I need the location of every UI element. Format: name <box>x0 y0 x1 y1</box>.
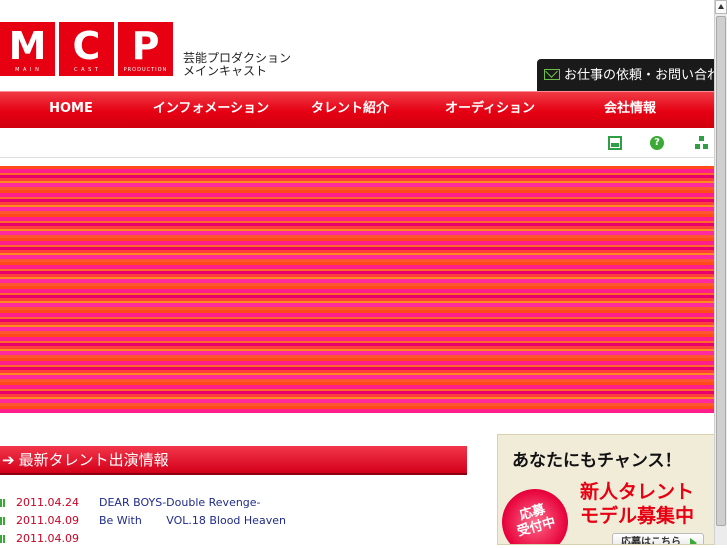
news-date: 2011.04.09 <box>16 514 79 527</box>
logo-sub-text: M A I N <box>15 67 40 73</box>
nav-item-home[interactable]: HOME <box>0 92 142 128</box>
ad-burst-badge: 応募 受付中 <box>498 481 576 544</box>
news-item[interactable]: 2011.04.24 DEAR BOYS-Double Revenge- <box>0 494 470 512</box>
logo-letter-text: C <box>72 24 101 68</box>
mail-icon <box>544 69 560 80</box>
ad-line-1: 新人タレント <box>580 481 695 503</box>
print-icon[interactable] <box>608 136 622 150</box>
site-tagline: 芸能プロダクション メインキャスト <box>183 52 291 78</box>
arrow-right-icon: ➔ <box>2 451 15 469</box>
header-divider <box>0 157 727 158</box>
news-heading-text: 最新タレント出演情報 <box>18 451 169 469</box>
nav-item-information[interactable]: インフォメーション <box>142 92 280 128</box>
news-list: 2011.04.24 DEAR BOYS-Double Revenge- 201… <box>0 494 470 548</box>
logo-sub-text: PRODUCTION <box>123 67 168 73</box>
global-nav: HOME インフォメーション タレント紹介 オーディション 会社情報 <box>0 91 727 128</box>
sitemap-icon[interactable] <box>695 136 709 150</box>
news-date: 2011.04.24 <box>16 496 79 509</box>
nav-item-audition[interactable]: オーディション <box>420 92 560 128</box>
nav-item-company[interactable]: 会社情報 <box>560 92 700 128</box>
contact-button[interactable]: お仕事の依頼・お問い合わせ <box>537 59 727 92</box>
scrollbar-thumb[interactable] <box>716 16 726 526</box>
news-heading: ➔ 最新タレント出演情報 <box>0 446 467 475</box>
scroll-up-arrow-icon[interactable] <box>715 0 727 14</box>
ad-line-2: モデル募集中 <box>580 505 695 527</box>
bullet-icon <box>0 499 6 507</box>
apply-button[interactable]: 応募はこちら <box>612 533 704 544</box>
logo-letter-p: P PRODUCTION <box>118 22 173 76</box>
bullet-icon <box>0 517 6 525</box>
bullet-icon <box>0 535 6 543</box>
logo-letter-m: M M A I N <box>0 22 55 76</box>
main-visual-banner <box>0 166 727 413</box>
logo-letter-text: M <box>8 24 47 68</box>
logo-letter-text: P <box>131 24 160 68</box>
vertical-scrollbar[interactable] <box>714 0 727 545</box>
logo-letter-c: C C A S T <box>59 22 114 76</box>
news-date: 2011.04.09 <box>16 532 79 545</box>
help-icon[interactable]: ? <box>650 136 664 150</box>
news-title-link[interactable]: Be With VOL.18 Blood Heaven <box>99 512 286 530</box>
site-logo[interactable]: M M A I N C C A S T P PRODUCTION <box>0 22 173 76</box>
ad-burst-text: 応募 受付中 <box>515 502 558 540</box>
nav-item-talent[interactable]: タレント紹介 <box>280 92 420 128</box>
ad-headline: あなたにもチャンス！ <box>512 451 682 471</box>
contact-label: お仕事の依頼・お問い合わせ <box>564 68 727 83</box>
news-title-link[interactable]: DEAR BOYS-Double Revenge- <box>99 494 261 512</box>
tagline-line-2: メインキャスト <box>183 64 268 78</box>
logo-sub-text: C A S T <box>74 67 99 73</box>
talent-recruit-banner[interactable]: あなたにもチャンス！ 応募 受付中 新人タレント モデル募集中 応募はこちら <box>497 434 715 545</box>
news-item[interactable]: 2011.04.09 <box>0 530 470 548</box>
news-item[interactable]: 2011.04.09 Be With VOL.18 Blood Heaven <box>0 512 470 530</box>
